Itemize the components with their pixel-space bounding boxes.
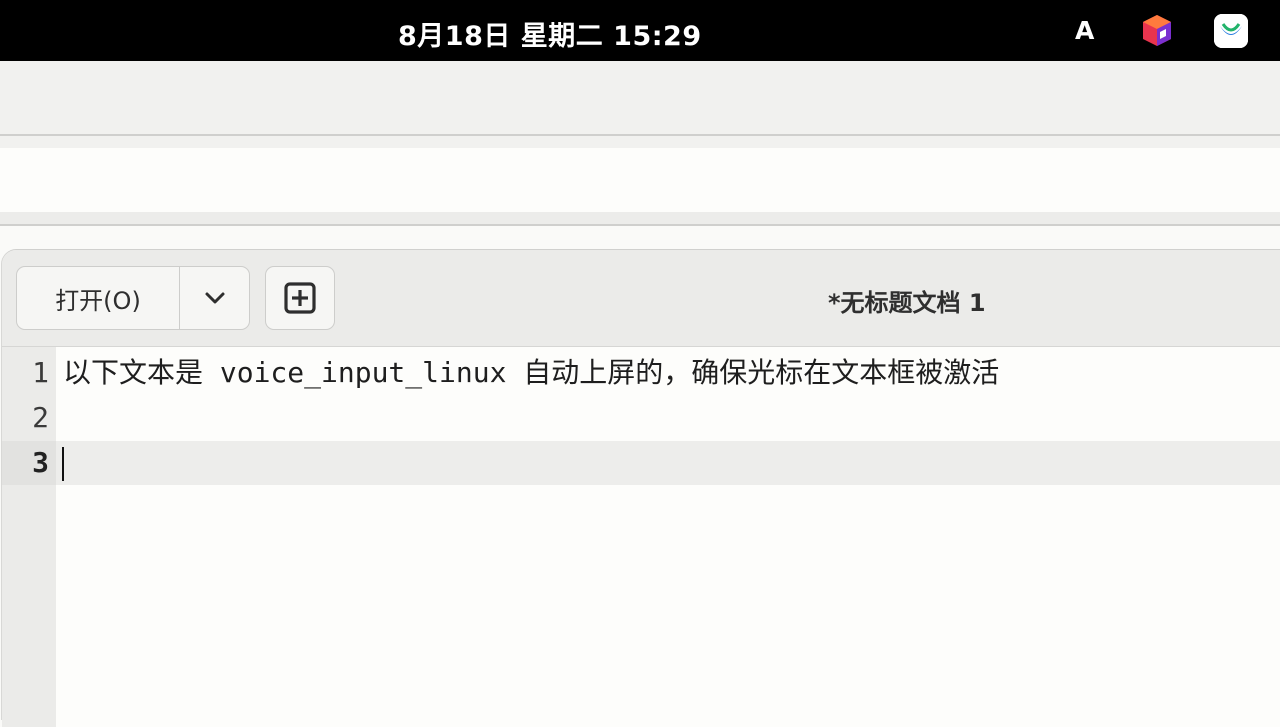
divider — [0, 224, 1280, 226]
background-window-band — [0, 212, 1280, 224]
top-bar: 8月18日 星期二 15:29 A — [0, 0, 1280, 61]
app-cube-icon[interactable] — [1142, 14, 1172, 47]
header-bar: 打开(O) *无标题文档 1 — [2, 250, 1280, 346]
open-button[interactable]: 打开(O) — [17, 267, 180, 329]
document-title: *无标题文档 1 — [828, 289, 986, 317]
line-number: 2 — [32, 401, 49, 434]
new-document-button[interactable] — [265, 266, 335, 330]
open-recent-dropdown-button[interactable] — [180, 267, 249, 329]
line-number: 1 — [32, 356, 49, 389]
new-document-icon — [284, 282, 316, 314]
chevron-down-icon — [205, 292, 224, 304]
background-window-toolbar — [0, 61, 1280, 135]
background-window-band — [0, 136, 1280, 148]
text-cursor — [62, 447, 64, 481]
text-editor-window: 打开(O) *无标题文档 1 1 2 3 以下文本是 voice_input_l… — [2, 250, 1280, 727]
text-line[interactable]: 以下文本是 voice_input_linux 自动上屏的，确保光标在文本框被激… — [63, 351, 999, 395]
current-line-highlight — [56, 441, 1280, 485]
clock[interactable]: 8月18日 星期二 15:29 — [398, 14, 702, 53]
background-window-content — [0, 148, 1280, 212]
text-editor-area[interactable]: 1 2 3 以下文本是 voice_input_linux 自动上屏的，确保光标… — [2, 347, 1280, 727]
open-button-group: 打开(O) — [16, 266, 250, 330]
line-number-current: 3 — [32, 446, 49, 479]
input-method-indicator[interactable]: A — [1075, 16, 1094, 45]
app-tray-icon[interactable] — [1214, 14, 1248, 48]
